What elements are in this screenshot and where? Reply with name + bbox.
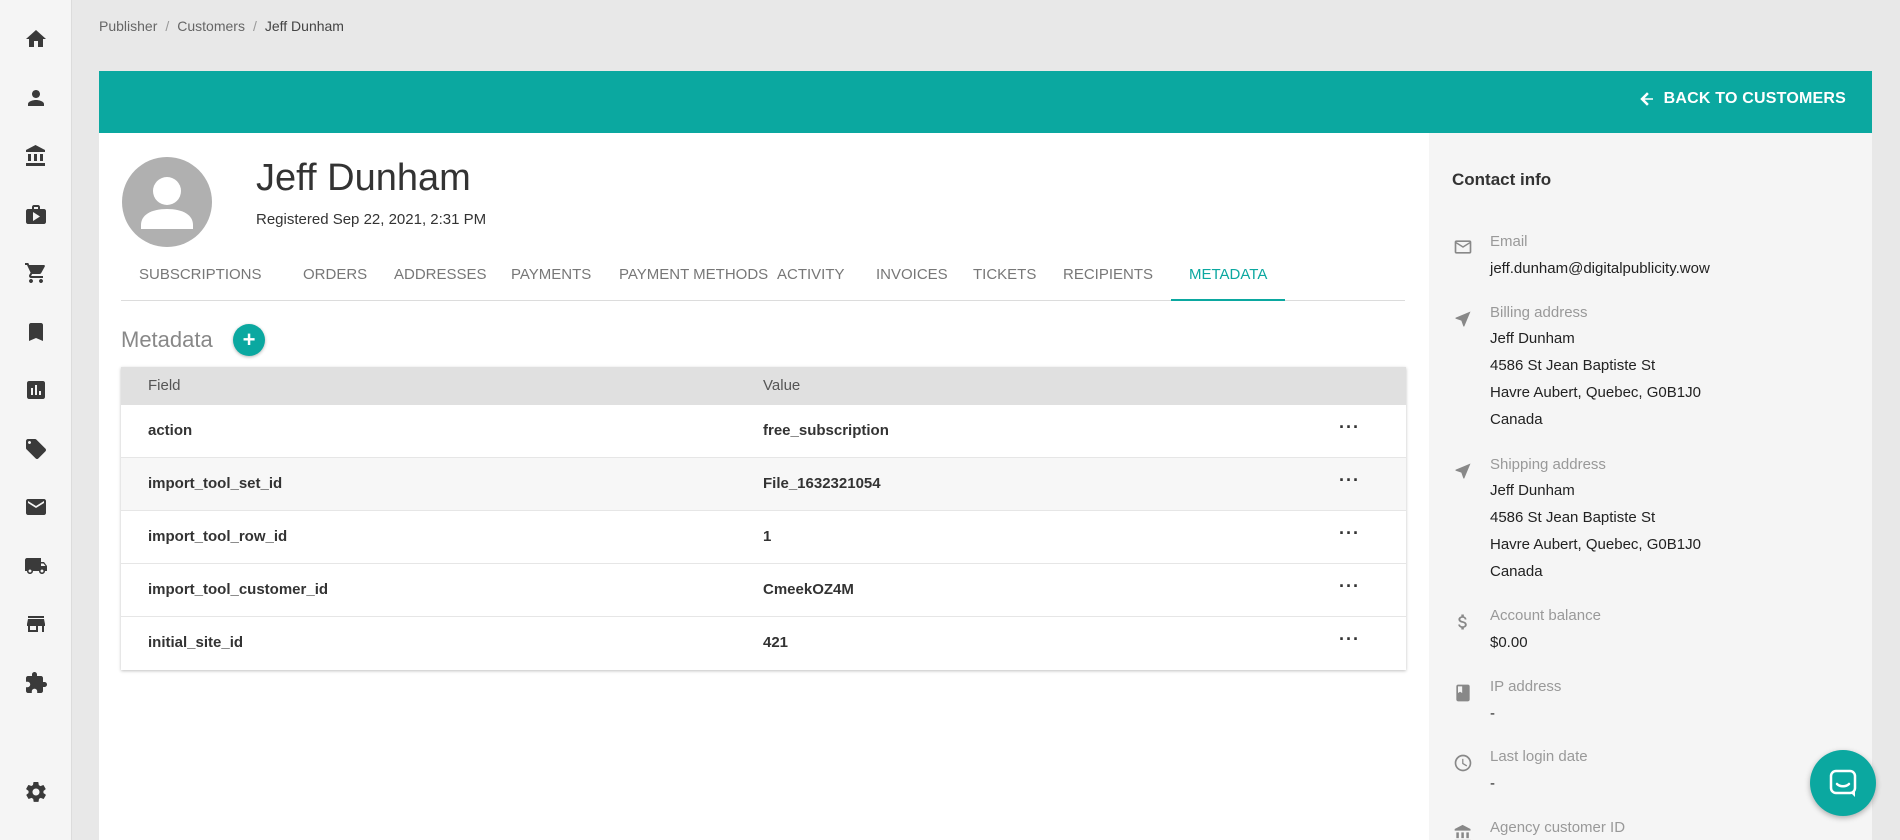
tab-invoices[interactable]: INVOICES <box>858 257 966 301</box>
breadcrumb-separator: / <box>252 18 257 34</box>
table-row: initial_site_id 421 ··· <box>121 617 1406 670</box>
breadcrumb-customers[interactable]: Customers <box>177 18 245 34</box>
store-icon[interactable] <box>22 610 50 638</box>
tab-addresses[interactable]: ADDRESSES <box>376 257 505 301</box>
table-row: import_tool_row_id 1 ··· <box>121 511 1406 564</box>
ip-address-value: - <box>1490 705 1495 722</box>
tab-subscriptions[interactable]: SUBSCRIPTIONS <box>121 257 280 301</box>
row-more-options-icon[interactable]: ··· <box>1339 470 1360 491</box>
chat-icon <box>1829 769 1857 797</box>
breadcrumb-current: Jeff Dunham <box>264 18 344 34</box>
shipping-line-2: 4586 St Jean Baptiste St <box>1490 509 1656 526</box>
mail-icon[interactable] <box>22 493 50 521</box>
billing-line-3: Havre Aubert, Quebec, G0B1J0 <box>1490 384 1701 401</box>
row-value: CmeekOZ4M <box>763 581 854 598</box>
table-row: import_tool_set_id File_1632321054 ··· <box>121 458 1406 511</box>
contact-info-title: Contact info <box>1452 170 1552 189</box>
shipping-line-4: Canada <box>1490 563 1543 580</box>
tab-activity[interactable]: ACTIVITY <box>759 257 863 301</box>
add-metadata-button[interactable]: + <box>233 324 265 356</box>
last-login-value: - <box>1490 775 1495 792</box>
home-icon[interactable] <box>22 25 50 53</box>
arrow-left-icon <box>1639 92 1653 106</box>
email-icon <box>1452 236 1474 258</box>
location-arrow-icon <box>1452 308 1474 330</box>
row-value: File_1632321054 <box>763 475 881 492</box>
book-icon <box>1452 682 1474 704</box>
ticket-icon[interactable] <box>22 435 50 463</box>
header-bar: BACK TO CUSTOMERS <box>99 71 1872 133</box>
email-label: Email <box>1490 233 1528 250</box>
truck-icon[interactable] <box>22 552 50 580</box>
breadcrumb-publisher[interactable]: Publisher <box>99 18 157 34</box>
row-more-options-icon[interactable]: ··· <box>1339 629 1360 650</box>
row-value: 1 <box>763 528 772 545</box>
media-briefcase-icon[interactable] <box>22 201 50 229</box>
bank-icon <box>1452 823 1474 840</box>
dollar-icon <box>1452 611 1474 633</box>
cart-icon[interactable] <box>22 259 50 287</box>
last-login-label: Last login date <box>1490 748 1588 765</box>
gear-icon[interactable] <box>22 778 50 806</box>
shipping-address-label: Shipping address <box>1490 456 1606 473</box>
tab-tickets[interactable]: TICKETS <box>955 257 1054 301</box>
puzzle-icon[interactable] <box>22 669 50 697</box>
breadcrumb: Publisher / Customers / Jeff Dunham <box>99 18 344 34</box>
billing-line-1: Jeff Dunham <box>1490 330 1575 347</box>
clock-icon <box>1452 752 1474 774</box>
row-more-options-icon[interactable]: ··· <box>1339 523 1360 544</box>
ip-address-label: IP address <box>1490 678 1562 695</box>
account-balance-label: Account balance <box>1490 607 1601 624</box>
tab-payments[interactable]: PAYMENTS <box>493 257 609 301</box>
bookmark-icon[interactable] <box>22 318 50 346</box>
row-field: initial_site_id <box>148 634 244 651</box>
agency-customer-id-label: Agency customer ID <box>1490 819 1626 836</box>
customer-tabs: SUBSCRIPTIONS ORDERS ADDRESSES PAYMENTS … <box>121 257 1405 301</box>
back-to-customers-button[interactable]: BACK TO CUSTOMERS <box>1638 90 1846 108</box>
billing-line-2: 4586 St Jean Baptiste St <box>1490 357 1656 374</box>
sidebar <box>0 0 72 840</box>
billing-address-label: Billing address <box>1490 304 1588 321</box>
row-more-options-icon[interactable]: ··· <box>1339 417 1360 438</box>
metadata-title: Metadata <box>121 327 213 352</box>
billing-line-4: Canada <box>1490 411 1543 428</box>
row-more-options-icon[interactable]: ··· <box>1339 576 1360 597</box>
row-field: action <box>148 422 193 439</box>
email-value[interactable]: jeff.dunham@digitalpublicity.wow <box>1490 255 1710 282</box>
row-field: import_tool_set_id <box>148 475 283 492</box>
table-row: import_tool_customer_id CmeekOZ4M ··· <box>121 564 1406 617</box>
person-silhouette-icon <box>141 177 193 229</box>
chat-launcher-button[interactable] <box>1810 750 1876 816</box>
back-to-customers-label: BACK TO CUSTOMERS <box>1663 90 1846 107</box>
location-arrow-icon <box>1452 460 1474 482</box>
shipping-line-1: Jeff Dunham <box>1490 482 1575 499</box>
column-header-value: Value <box>763 377 801 394</box>
tab-orders[interactable]: ORDERS <box>285 257 385 301</box>
registered-date: Registered Sep 22, 2021, 2:31 PM <box>256 211 487 228</box>
row-value: 421 <box>763 634 789 651</box>
table-header: Field Value <box>121 367 1406 405</box>
breadcrumb-separator: / <box>165 18 170 34</box>
table-row: action free_subscription ··· <box>121 405 1406 458</box>
shipping-line-3: Havre Aubert, Quebec, G0B1J0 <box>1490 536 1701 553</box>
person-icon[interactable] <box>22 84 50 112</box>
customer-name: Jeff Dunham <box>256 157 471 199</box>
bar-chart-icon[interactable] <box>22 376 50 404</box>
column-header-field: Field <box>148 377 181 394</box>
account-balance-value: $0.00 <box>1490 634 1528 651</box>
tab-metadata[interactable]: METADATA <box>1171 257 1286 301</box>
metadata-table: Field Value action free_subscription ···… <box>121 367 1406 670</box>
bank-icon[interactable] <box>22 142 50 170</box>
row-value: free_subscription <box>763 422 889 439</box>
avatar <box>122 157 212 247</box>
row-field: import_tool_customer_id <box>148 581 329 598</box>
row-field: import_tool_row_id <box>148 528 288 545</box>
tab-recipients[interactable]: RECIPIENTS <box>1045 257 1171 301</box>
